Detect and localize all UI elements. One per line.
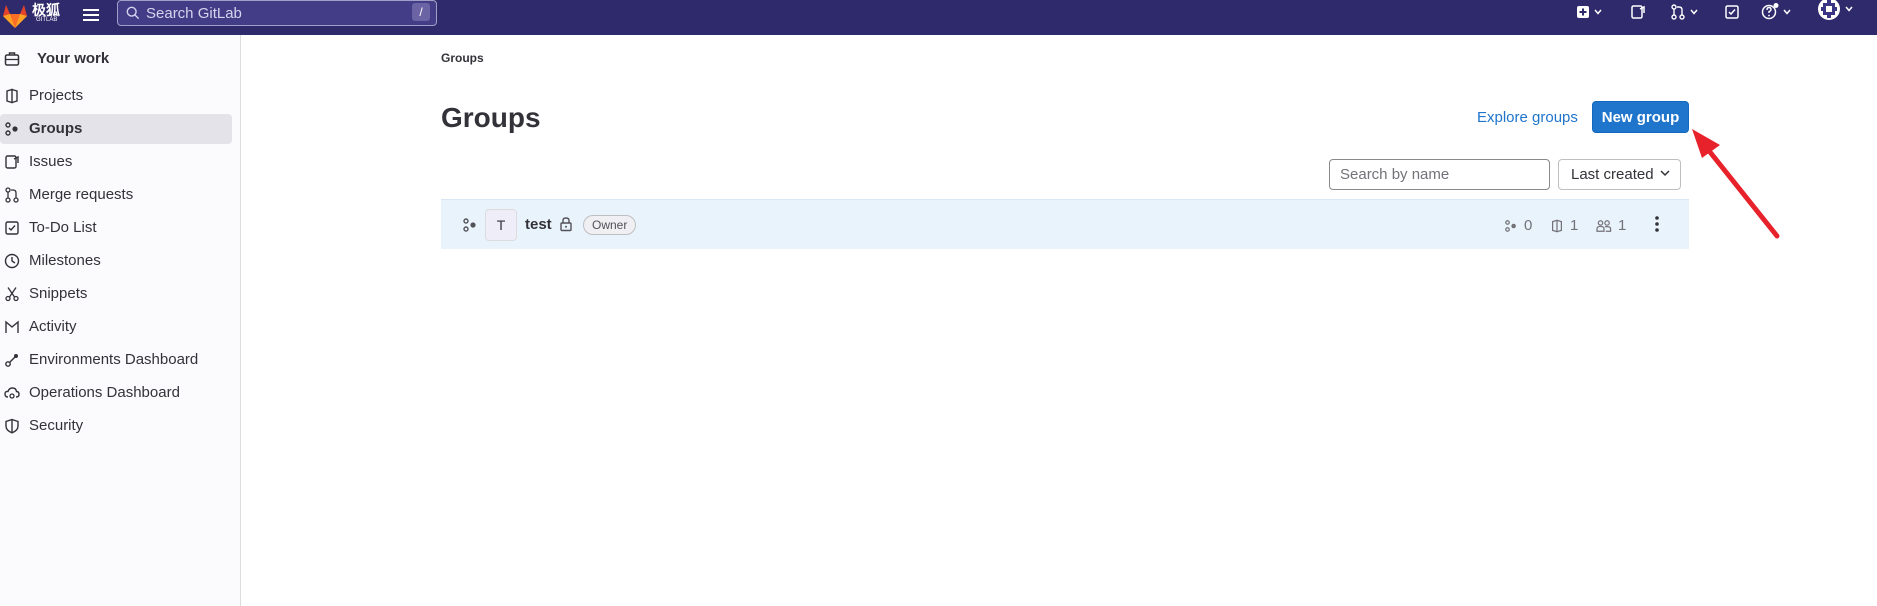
issues-button[interactable]	[1630, 3, 1646, 21]
hamburger-menu-icon[interactable]	[80, 4, 102, 26]
sidebar-item-label: Projects	[29, 87, 84, 104]
sidebar-item-label: Security	[29, 417, 84, 434]
group-icon	[5, 122, 18, 136]
avatar-icon	[1818, 0, 1840, 20]
subgroup-icon	[1505, 219, 1516, 232]
members-count-value: 1	[1618, 217, 1627, 234]
project-icon	[1552, 218, 1562, 233]
subgroups-count-value: 0	[1524, 217, 1533, 234]
sidebar-item-security[interactable]: Security	[0, 411, 232, 441]
help-button[interactable]	[1761, 3, 1791, 21]
sidebar-item-todo-list[interactable]: To-Do List	[0, 213, 232, 243]
tanuki-icon	[3, 5, 27, 28]
role-badge: Owner	[583, 215, 637, 235]
merge-request-icon	[1671, 4, 1685, 20]
briefcase-icon	[4, 52, 20, 66]
sidebar-item-label: Milestones	[29, 252, 101, 269]
explore-groups-link[interactable]: Explore groups	[1477, 109, 1578, 126]
user-menu-button[interactable]	[1817, 0, 1853, 20]
sidebar-item-issues[interactable]: Issues	[0, 147, 232, 177]
sidebar-title: Your work	[37, 50, 110, 67]
todo-button[interactable]	[1724, 3, 1740, 21]
chevron-down-icon	[1845, 6, 1853, 12]
group-avatar[interactable]: T	[485, 209, 517, 241]
group-row[interactable]: T test Owner 0 1 1	[441, 199, 1689, 249]
group-icon	[463, 218, 476, 232]
snippet-icon	[5, 287, 19, 302]
sidebar-item-label: Groups	[29, 120, 83, 137]
todo-icon	[5, 221, 19, 235]
clock-icon	[4, 253, 20, 269]
sidebar-item-label: To-Do List	[29, 219, 97, 236]
group-name-link[interactable]: test	[525, 216, 552, 233]
sidebar-item-operations-dashboard[interactable]: Operations Dashboard	[0, 378, 232, 408]
sidebar: Your work Projects Groups Issues Merge r…	[0, 35, 241, 606]
chevron-down-icon	[1660, 170, 1670, 177]
sidebar-item-label: Activity	[29, 318, 77, 335]
cloud-icon	[4, 387, 20, 399]
issues-icon	[1631, 5, 1645, 19]
chevron-down-icon	[1594, 9, 1602, 15]
subgroups-count[interactable]: 0	[1504, 217, 1532, 234]
shield-icon	[5, 418, 19, 434]
sort-dropdown[interactable]: Last created	[1558, 159, 1681, 190]
merge-request-icon	[5, 187, 19, 203]
todo-icon	[1725, 5, 1739, 19]
sidebar-item-milestones[interactable]: Milestones	[0, 246, 232, 276]
members-count[interactable]: 1	[1596, 217, 1626, 234]
logo-subtext: GITLAB	[36, 17, 58, 23]
annotation-arrow	[1692, 129, 1780, 239]
sidebar-item-label: Environments Dashboard	[29, 351, 199, 368]
sidebar-item-label: Issues	[29, 153, 73, 170]
sidebar-item-merge-requests[interactable]: Merge requests	[0, 180, 232, 210]
breadcrumb[interactable]: Groups	[441, 51, 484, 65]
gitlab-logo[interactable]: 极狐 GITLAB	[0, 2, 62, 30]
sidebar-item-label: Snippets	[29, 285, 88, 302]
search-shortcut-key: /	[412, 3, 430, 21]
sidebar-item-snippets[interactable]: Snippets	[0, 279, 232, 309]
sidebar-item-label: Operations Dashboard	[29, 384, 180, 401]
projects-count-value: 1	[1570, 217, 1579, 234]
search-placeholder: Search GitLab	[146, 4, 242, 22]
sidebar-item-environments-dashboard[interactable]: Environments Dashboard	[0, 345, 232, 375]
sidebar-item-projects[interactable]: Projects	[0, 81, 232, 111]
help-icon	[1761, 3, 1779, 20]
sidebar-item-label: Merge requests	[29, 186, 134, 203]
sidebar-item-groups[interactable]: Groups	[0, 114, 232, 144]
search-by-name-input[interactable]	[1329, 159, 1550, 190]
create-new-button[interactable]	[1576, 3, 1602, 21]
merge-requests-button[interactable]	[1670, 3, 1698, 21]
page-title: Groups	[441, 102, 541, 133]
logo-text: 极狐	[32, 2, 60, 18]
chevron-down-icon	[1783, 9, 1791, 15]
plus-square-icon	[1577, 6, 1589, 18]
search-input[interactable]: Search GitLab /	[117, 0, 437, 26]
environment-icon	[5, 354, 18, 367]
search-icon	[126, 6, 140, 20]
users-icon	[1596, 219, 1612, 232]
lock-icon	[560, 217, 572, 232]
new-group-button[interactable]: New group	[1592, 101, 1689, 133]
top-navbar: 极狐 GITLAB Search GitLab /	[0, 0, 1877, 35]
issues-icon	[5, 155, 19, 169]
sidebar-item-activity[interactable]: Activity	[0, 312, 232, 342]
chevron-down-icon	[1690, 9, 1698, 15]
activity-icon	[5, 320, 19, 333]
sort-label: Last created	[1571, 166, 1654, 183]
more-actions-icon[interactable]	[1654, 215, 1660, 233]
project-icon	[6, 88, 18, 104]
projects-count[interactable]: 1	[1550, 217, 1578, 234]
